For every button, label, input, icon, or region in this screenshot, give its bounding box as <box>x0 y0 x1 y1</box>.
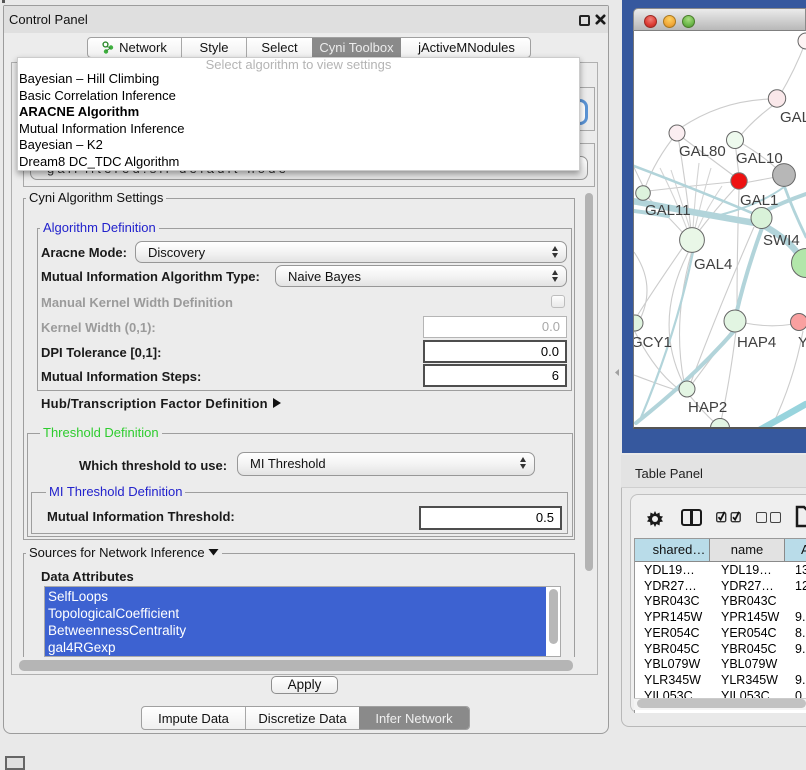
svg-text:GAL10: GAL10 <box>736 150 783 167</box>
svg-text:HAP2: HAP2 <box>688 399 727 416</box>
svg-text:GAL: GAL <box>780 109 806 126</box>
svg-text:GAL1: GAL1 <box>740 192 778 209</box>
svg-text:Y: Y <box>798 334 806 351</box>
svg-text:GAL11: GAL11 <box>645 202 691 219</box>
svg-text:SWI4: SWI4 <box>763 232 800 249</box>
svg-text:HAP4: HAP4 <box>737 334 776 351</box>
svg-text:GAL80: GAL80 <box>679 143 726 160</box>
svg-text:GAL4: GAL4 <box>694 256 732 273</box>
svg-text:GCY1: GCY1 <box>634 334 672 351</box>
